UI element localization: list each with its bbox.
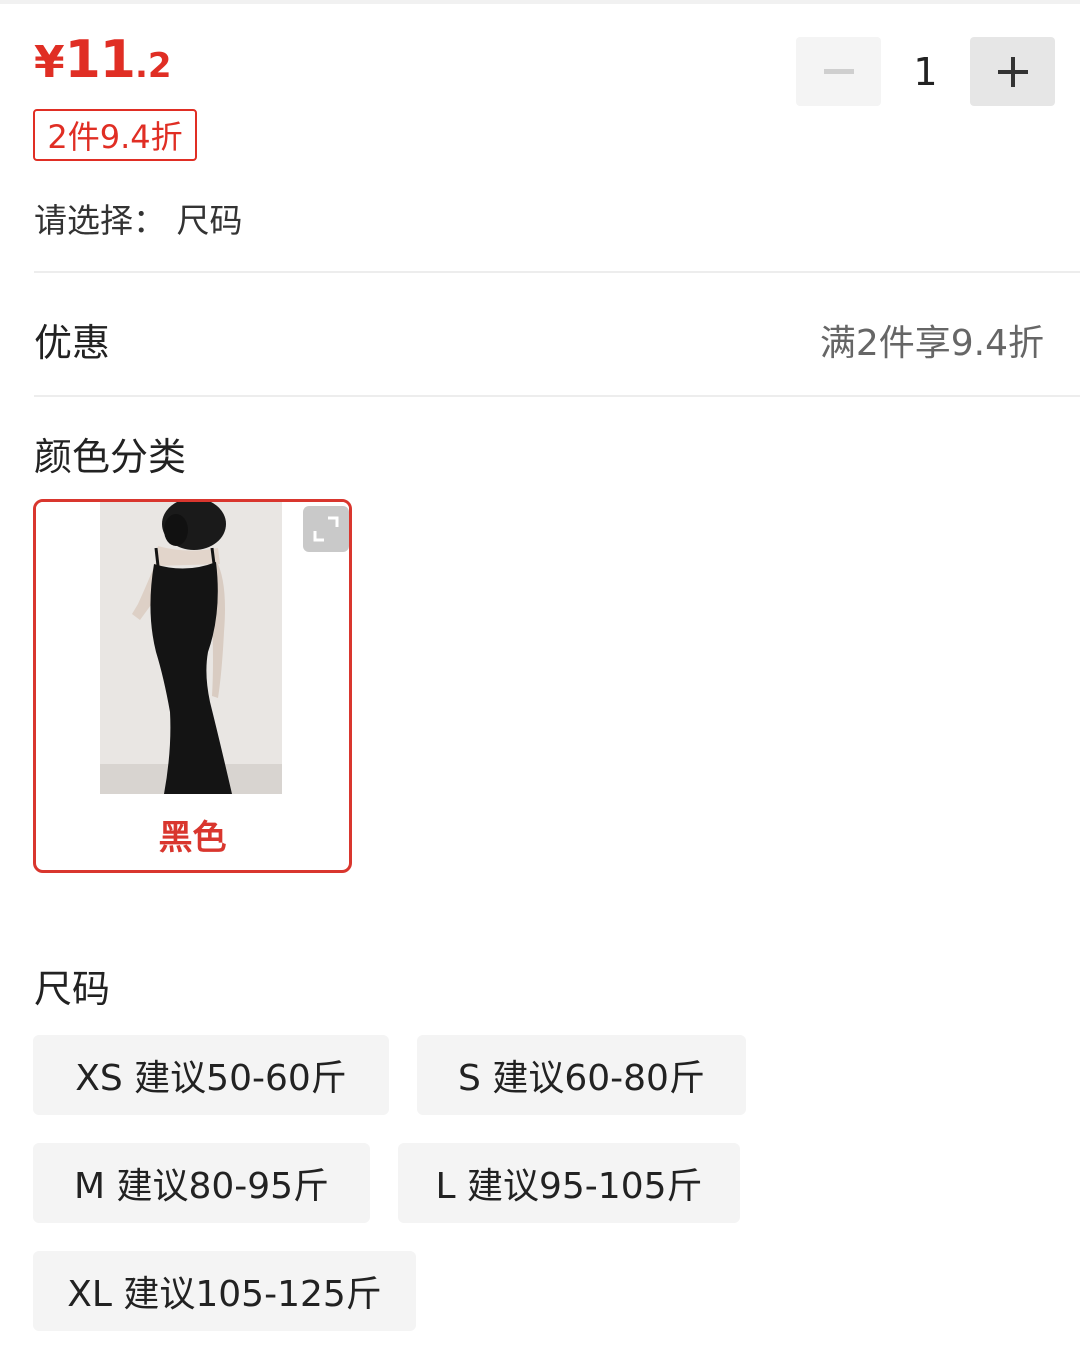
- price-decimal: .2: [135, 46, 172, 86]
- discount-badge: 2件9.4折: [33, 109, 197, 161]
- size-option-xl[interactable]: XL 建议105-125斤: [33, 1251, 416, 1331]
- color-section-title: 颜色分类: [34, 435, 187, 479]
- quantity-stepper: 1: [796, 37, 1055, 106]
- size-option-xs[interactable]: XS 建议50-60斤: [33, 1035, 389, 1115]
- promotion-label: 优惠: [34, 321, 111, 365]
- selection-prompt: 请选择： 尺码: [34, 201, 243, 240]
- expand-icon[interactable]: [303, 506, 349, 552]
- quantity-increase-button[interactable]: [970, 37, 1055, 106]
- divider: [34, 271, 1080, 273]
- price: ¥11.2: [34, 34, 172, 86]
- size-option-s[interactable]: S 建议60-80斤: [417, 1035, 746, 1115]
- size-option-l[interactable]: L 建议95-105斤: [398, 1143, 740, 1223]
- plus-icon: [997, 56, 1028, 87]
- color-option-black[interactable]: 黑色: [33, 499, 352, 873]
- quantity-decrease-button[interactable]: [796, 37, 881, 106]
- price-integer: 11: [64, 30, 136, 90]
- quantity-value[interactable]: 1: [881, 37, 970, 106]
- size-option-m[interactable]: M 建议80-95斤: [33, 1143, 370, 1223]
- price-currency: ¥: [34, 37, 65, 88]
- promotion-value[interactable]: 满2件享9.4折: [820, 314, 1044, 366]
- color-option-label: 黑色: [158, 817, 227, 858]
- size-section-title: 尺码: [34, 967, 111, 1011]
- minus-icon: [823, 68, 854, 74]
- divider: [34, 395, 1080, 397]
- top-edge: [0, 0, 1080, 4]
